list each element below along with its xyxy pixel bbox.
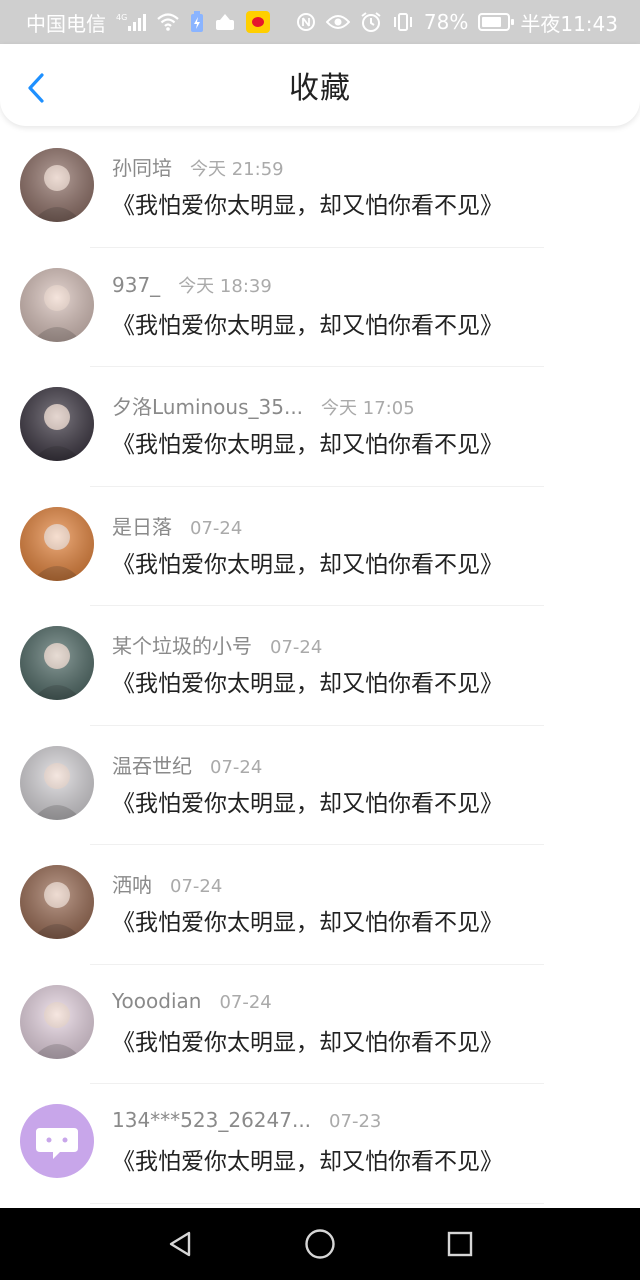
nav-recents-button[interactable] [436,1220,484,1268]
status-left: 中国电信 4G [26,8,270,37]
wifi-icon [156,12,180,32]
status-right: 78% 半夜11:43 [296,8,618,37]
user-photo-icon [20,387,94,461]
user-name[interactable]: 134***523_26247... [112,1108,311,1132]
favorite-content[interactable]: 《我怕爱你太明显，却又怕你看不见》 [112,1142,503,1176]
divider [90,1202,544,1204]
item-meta: 孙同培 今天 21:59 [112,152,284,181]
avatar[interactable] [20,745,94,820]
user-photo-icon [20,267,94,342]
battery-icon [478,13,515,31]
favorite-content[interactable]: 《我怕爱你太明显，却又怕你看不见》 [112,545,503,579]
network-type-label: 4G [116,13,127,22]
square-recents-icon [447,1231,473,1257]
carrier-label: 中国电信 [26,11,106,36]
item-meta: 某个垃圾的小号 07-24 [112,630,322,659]
list-item[interactable]: 134***523_26247... 07-23 《我怕爱你太明显，却又怕你看不见》 [0,1084,640,1204]
vibrate-icon [392,12,414,32]
item-meta: Yooodian 07-24 [112,989,272,1013]
battery-fill [482,17,502,27]
system-nav-bar [0,1208,640,1280]
nav-home-button[interactable] [296,1220,344,1268]
timestamp: 07-24 [190,517,243,539]
page-title: 收藏 [289,71,351,106]
timestamp: 07-24 [219,991,272,1013]
avatar[interactable] [20,984,94,1059]
battery-percent: 78% [423,10,469,34]
avatar[interactable] [20,626,94,700]
list-item[interactable]: 937_ 今天 18:39 《我怕爱你太明显，却又怕你看不见》 [0,248,640,367]
list-item[interactable]: 是日落 07-24 《我怕爱你太明显，却又怕你看不见》 [0,487,640,606]
default-avatar-icon [20,1104,94,1178]
favorite-content[interactable]: 《我怕爱你太明显，却又怕你看不见》 [112,903,503,937]
user-name[interactable]: 某个垃圾的小号 [112,630,252,659]
avatar[interactable] [20,267,94,342]
circle-home-icon [305,1229,335,1259]
item-meta: 是日落 07-24 [112,511,242,540]
back-button[interactable] [20,70,52,106]
app-header: 收藏 [0,44,640,126]
eye-comfort-icon [325,13,350,31]
item-meta: 夕洛Luminous_35... 今天 17:05 [112,391,415,420]
timestamp: 07-24 [170,876,223,897]
favorites-list: 孙同培 今天 21:59 《我怕爱你太明显，却又怕你看不见》 937_ 今天 18:39… [0,128,640,1204]
weibo-icon [246,11,270,33]
notification-app-icon [214,12,236,32]
user-photo-icon [20,148,94,222]
list-item[interactable]: Yooodian 07-24 《我怕爱你太明显，却又怕你看不见》 [0,965,640,1084]
user-name[interactable]: 937_ [112,273,160,297]
signal-icon: 4G [116,12,146,32]
list-item[interactable]: 某个垃圾的小号 07-24 《我怕爱你太明显，却又怕你看不见》 [0,606,640,726]
user-photo-icon [20,626,94,700]
avatar[interactable] [20,865,94,939]
user-photo-icon [20,506,94,581]
timestamp: 今天 17:05 [321,398,415,419]
user-name[interactable]: 是日落 [112,511,172,540]
chevron-left-icon [28,73,44,103]
status-bar: 中国电信 4G 78% 半夜11:43 [0,0,640,44]
clock: 半夜11:43 [520,11,618,36]
timestamp: 今天 21:59 [190,159,284,180]
item-meta: 洒呐 07-24 [112,869,222,898]
user-name[interactable]: Yooodian [112,989,201,1013]
favorite-content[interactable]: 《我怕爱你太明显，却又怕你看不见》 [112,306,503,340]
list-item[interactable]: 夕洛Luminous_35... 今天 17:05 《我怕爱你太明显，却又怕你看不见… [0,367,640,487]
favorite-content[interactable]: 《我怕爱你太明显，却又怕你看不见》 [112,664,503,698]
item-meta: 温吞世纪 07-24 [112,750,262,779]
user-name[interactable]: 孙同培 [112,152,172,181]
alarm-icon [360,11,382,33]
avatar[interactable] [20,1104,94,1178]
timestamp: 07-24 [270,637,323,658]
avatar[interactable] [20,387,94,461]
avatar[interactable] [20,506,94,581]
nav-back-button[interactable] [156,1220,204,1268]
favorite-content[interactable]: 《我怕爱你太明显，却又怕你看不见》 [112,1023,503,1057]
list-item[interactable]: 孙同培 今天 21:59 《我怕爱你太明显，却又怕你看不见》 [0,128,640,248]
avatar[interactable] [20,148,94,222]
nfc-icon [296,12,316,32]
charging-battery-icon [190,11,204,33]
user-name[interactable]: 洒呐 [112,869,152,898]
item-meta: 134***523_26247... 07-23 [112,1108,381,1132]
list-item[interactable]: 洒呐 07-24 《我怕爱你太明显，却又怕你看不见》 [0,845,640,965]
favorite-content[interactable]: 《我怕爱你太明显，却又怕你看不见》 [112,425,503,459]
user-photo-icon [20,984,94,1059]
user-name[interactable]: 温吞世纪 [112,750,192,779]
timestamp: 07-24 [210,756,263,778]
triangle-back-icon [169,1231,191,1257]
list-item[interactable]: 温吞世纪 07-24 《我怕爱你太明显，却又怕你看不见》 [0,726,640,845]
item-meta: 937_ 今天 18:39 [112,272,272,298]
timestamp: 07-23 [329,1111,382,1132]
user-name[interactable]: 夕洛Luminous_35... [112,391,303,420]
user-photo-icon [20,865,94,939]
favorite-content[interactable]: 《我怕爱你太明显，却又怕你看不见》 [112,186,503,220]
favorite-content[interactable]: 《我怕爱你太明显，却又怕你看不见》 [112,784,503,818]
user-photo-icon [20,745,94,820]
timestamp: 今天 18:39 [178,275,272,297]
